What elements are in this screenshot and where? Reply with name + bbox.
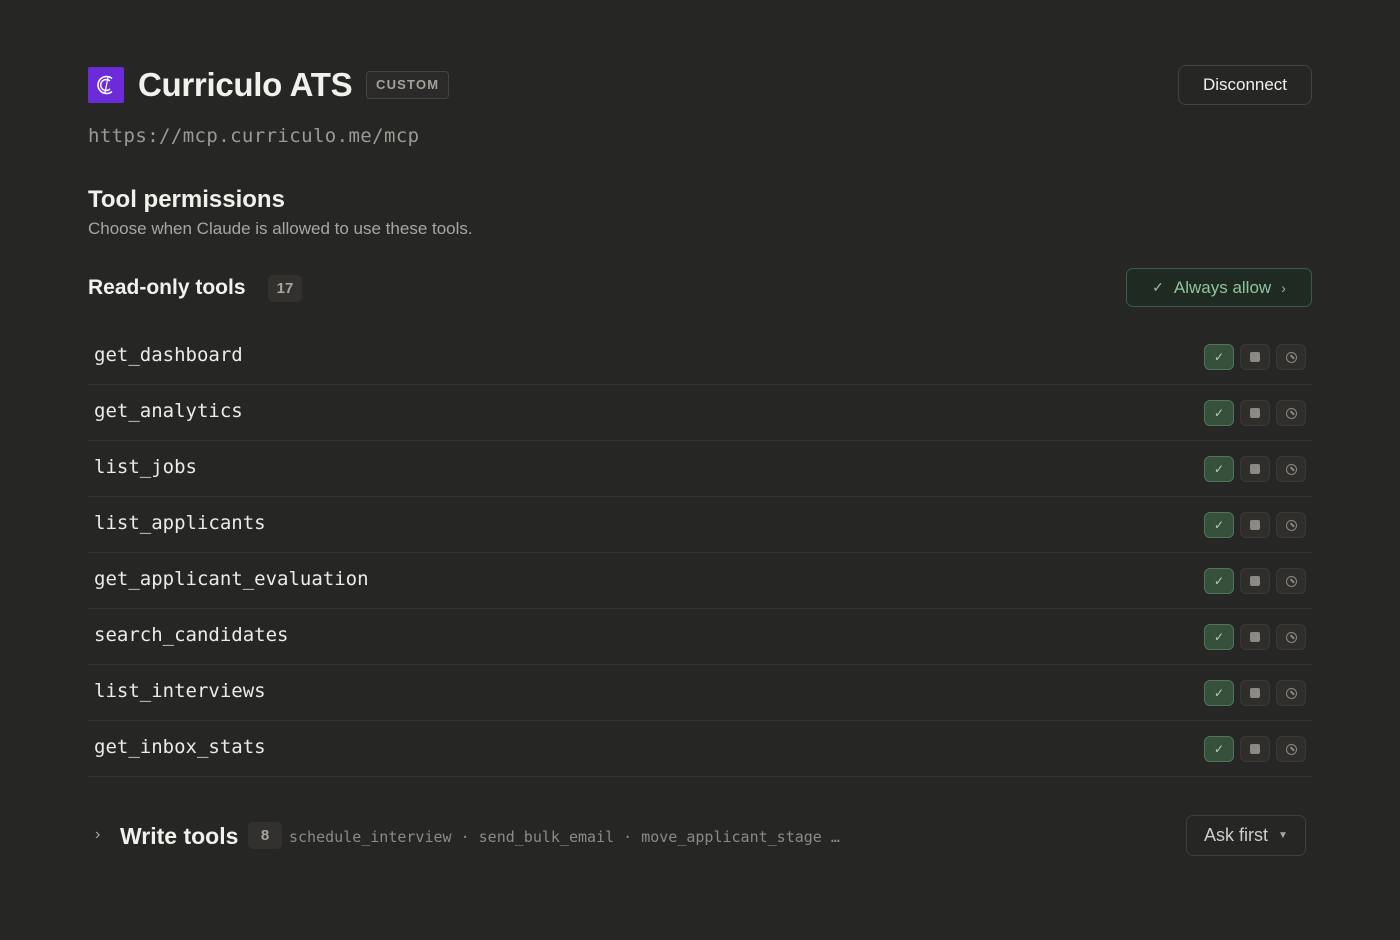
read-only-policy-button[interactable]: ✓ Always allow › bbox=[1126, 268, 1312, 307]
block-button[interactable] bbox=[1276, 568, 1306, 594]
block-button[interactable] bbox=[1276, 736, 1306, 762]
ask-button[interactable] bbox=[1240, 568, 1270, 594]
permission-toggle-group: ✓ bbox=[1204, 512, 1306, 538]
square-icon bbox=[1250, 464, 1260, 474]
write-tools-group[interactable]: › Write tools 8 schedule_interview · sen… bbox=[88, 815, 1312, 857]
block-button[interactable] bbox=[1276, 344, 1306, 370]
square-icon bbox=[1250, 632, 1260, 642]
block-button[interactable] bbox=[1276, 400, 1306, 426]
tool-row: list_applicants ✓ bbox=[88, 497, 1312, 553]
chevron-right-icon: › bbox=[1281, 279, 1286, 296]
square-icon bbox=[1250, 576, 1260, 586]
block-button[interactable] bbox=[1276, 512, 1306, 538]
read-only-count-badge: 17 bbox=[268, 275, 302, 302]
check-icon: ✓ bbox=[1213, 518, 1225, 532]
connector-header: Curriculo ATS CUSTOM Disconnect bbox=[88, 65, 1312, 106]
allow-button[interactable]: ✓ bbox=[1204, 344, 1234, 370]
permission-toggle-group: ✓ bbox=[1204, 400, 1306, 426]
allow-button[interactable]: ✓ bbox=[1204, 624, 1234, 650]
ask-button[interactable] bbox=[1240, 680, 1270, 706]
block-button[interactable] bbox=[1276, 624, 1306, 650]
check-icon: ✓ bbox=[1213, 406, 1225, 420]
permission-toggle-group: ✓ bbox=[1204, 680, 1306, 706]
allow-button[interactable]: ✓ bbox=[1204, 680, 1234, 706]
tool-name: list_applicants bbox=[94, 512, 266, 534]
tool-permissions-title: Tool permissions bbox=[88, 186, 285, 213]
check-icon: ✓ bbox=[1213, 742, 1225, 756]
write-tools-preview: schedule_interview · send_bulk_email · m… bbox=[289, 828, 840, 846]
allow-button[interactable]: ✓ bbox=[1204, 512, 1234, 538]
read-only-title: Read-only tools bbox=[88, 276, 246, 299]
check-icon: ✓ bbox=[1213, 462, 1225, 476]
permission-toggle-group: ✓ bbox=[1204, 624, 1306, 650]
block-icon bbox=[1285, 687, 1297, 699]
permission-toggle-group: ✓ bbox=[1204, 568, 1306, 594]
block-button[interactable] bbox=[1276, 456, 1306, 482]
check-icon: ✓ bbox=[1152, 279, 1164, 295]
tool-name: get_inbox_stats bbox=[94, 736, 266, 758]
block-icon bbox=[1285, 407, 1297, 419]
server-url: https://mcp.curriculo.me/mcp bbox=[88, 125, 420, 147]
tool-row: get_analytics ✓ bbox=[88, 385, 1312, 441]
disconnect-button[interactable]: Disconnect bbox=[1178, 65, 1312, 105]
write-tools-title: Write tools bbox=[120, 823, 239, 849]
ask-button[interactable] bbox=[1240, 512, 1270, 538]
allow-button[interactable]: ✓ bbox=[1204, 736, 1234, 762]
tool-permissions-subtitle: Choose when Claude is allowed to use the… bbox=[88, 219, 473, 238]
check-icon: ✓ bbox=[1213, 350, 1225, 364]
tool-name: get_analytics bbox=[94, 400, 243, 422]
tool-row: list_interviews ✓ bbox=[88, 665, 1312, 721]
tool-name: list_interviews bbox=[94, 680, 266, 702]
ask-button[interactable] bbox=[1240, 344, 1270, 370]
tool-row: get_applicant_evaluation ✓ bbox=[88, 553, 1312, 609]
check-icon: ✓ bbox=[1213, 574, 1225, 588]
write-tools-count-badge: 8 bbox=[248, 822, 282, 849]
write-tools-policy-label: Ask first bbox=[1204, 825, 1269, 845]
ask-button[interactable] bbox=[1240, 624, 1270, 650]
read-only-policy-label: Always allow bbox=[1173, 277, 1272, 297]
app-title: Curriculo ATS bbox=[138, 66, 353, 103]
tool-name: get_dashboard bbox=[94, 344, 243, 366]
read-only-group-header: Read-only tools 17 ✓ Always allow › bbox=[88, 268, 1312, 308]
block-icon bbox=[1285, 519, 1297, 531]
connector-settings-page: Curriculo ATS CUSTOM Disconnect https://… bbox=[0, 0, 1400, 940]
ask-button[interactable] bbox=[1240, 736, 1270, 762]
tool-name: get_applicant_evaluation bbox=[94, 568, 369, 590]
tool-row: get_inbox_stats ✓ bbox=[88, 721, 1312, 777]
tool-row: search_candidates ✓ bbox=[88, 609, 1312, 665]
tool-row: list_jobs ✓ bbox=[88, 441, 1312, 497]
permission-toggle-group: ✓ bbox=[1204, 456, 1306, 482]
block-icon bbox=[1285, 575, 1297, 587]
allow-button[interactable]: ✓ bbox=[1204, 400, 1234, 426]
tool-name: search_candidates bbox=[94, 624, 289, 646]
ask-button[interactable] bbox=[1240, 400, 1270, 426]
square-icon bbox=[1250, 520, 1260, 530]
ask-button[interactable] bbox=[1240, 456, 1270, 482]
square-icon bbox=[1250, 744, 1260, 754]
square-icon bbox=[1250, 352, 1260, 362]
curriculo-logo-icon bbox=[97, 75, 113, 95]
square-icon bbox=[1250, 408, 1260, 418]
permission-toggle-group: ✓ bbox=[1204, 344, 1306, 370]
permission-toggle-group: ✓ bbox=[1204, 736, 1306, 762]
block-button[interactable] bbox=[1276, 680, 1306, 706]
check-icon: ✓ bbox=[1213, 630, 1225, 644]
caret-down-icon: ▼ bbox=[1278, 830, 1288, 841]
expand-chevron-icon[interactable]: › bbox=[95, 826, 100, 844]
block-icon bbox=[1285, 463, 1297, 475]
block-icon bbox=[1285, 743, 1297, 755]
tool-name: list_jobs bbox=[94, 456, 197, 478]
square-icon bbox=[1250, 688, 1260, 698]
custom-badge: CUSTOM bbox=[366, 71, 450, 99]
allow-button[interactable]: ✓ bbox=[1204, 568, 1234, 594]
write-tools-policy-dropdown[interactable]: Ask first ▼ bbox=[1186, 815, 1306, 856]
block-icon bbox=[1285, 631, 1297, 643]
tool-row: get_dashboard ✓ bbox=[88, 329, 1312, 385]
check-icon: ✓ bbox=[1213, 686, 1225, 700]
allow-button[interactable]: ✓ bbox=[1204, 456, 1234, 482]
read-only-tool-list: get_dashboard ✓ get_analytics ✓ list_job… bbox=[88, 329, 1312, 777]
block-icon bbox=[1285, 351, 1297, 363]
app-logo bbox=[88, 67, 124, 103]
